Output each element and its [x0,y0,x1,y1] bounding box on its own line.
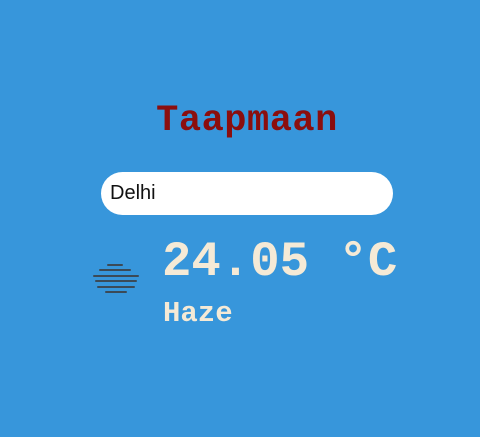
app-title: Taapmaan [156,100,338,142]
city-search-input[interactable] [110,172,380,215]
haze-icon [93,264,139,293]
search-box[interactable] [101,172,393,215]
temperature-value: 24.05 °C [162,234,398,290]
weather-condition: Haze [163,297,233,330]
